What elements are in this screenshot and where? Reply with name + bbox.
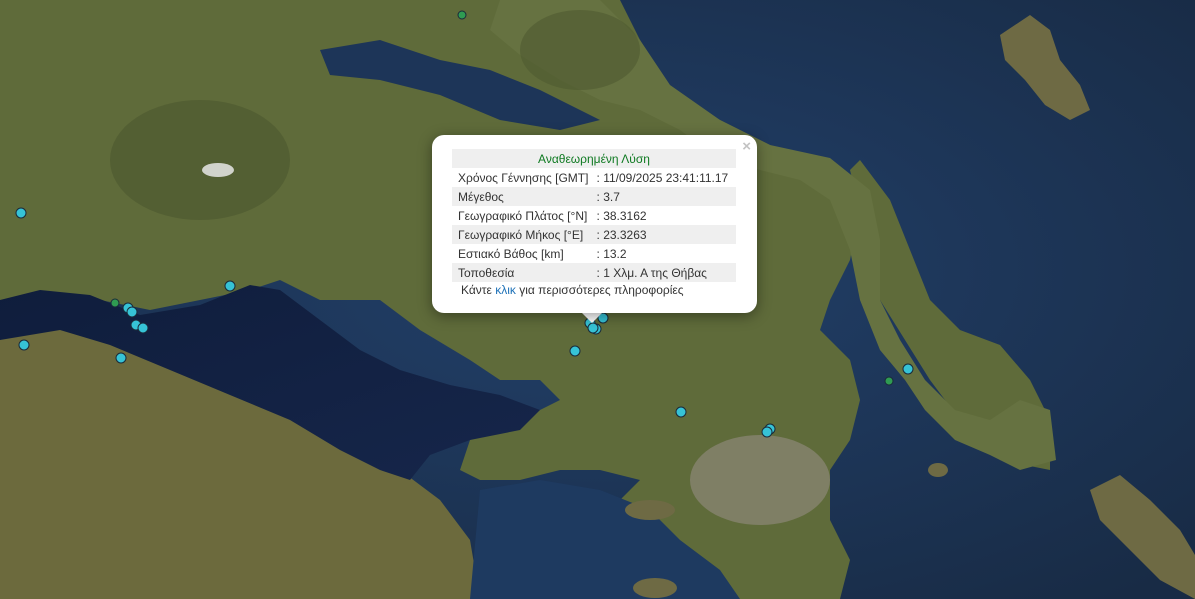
popup-title: Αναθεωρημένη Λύση bbox=[452, 149, 736, 168]
detail-row-latitude: Γεωγραφικό Πλάτος [°N] : 38.3162 bbox=[452, 206, 736, 225]
earthquake-marker[interactable] bbox=[675, 406, 687, 418]
earthquake-marker[interactable] bbox=[115, 352, 127, 364]
earthquake-marker[interactable] bbox=[15, 207, 27, 219]
more-info-prefix: Κάντε bbox=[461, 283, 496, 297]
detail-row-origin-time: Χρόνος Γέννησης [GMT] : 11/09/2025 23:41… bbox=[452, 168, 736, 187]
more-info-suffix: για περισσότερες πληροφορίες bbox=[515, 283, 684, 297]
detail-label: Γεωγραφικό Μήκος [°E] bbox=[452, 225, 597, 244]
earthquake-marker[interactable] bbox=[224, 280, 236, 292]
detail-value: : 13.2 bbox=[596, 246, 627, 261]
more-info-link[interactable]: κλικ bbox=[495, 283, 516, 297]
salamina-island bbox=[625, 500, 675, 520]
detail-value: : 38.3162 bbox=[596, 208, 647, 223]
earthquake-marker[interactable] bbox=[902, 363, 914, 375]
detail-row-magnitude: Μέγεθος : 3.7 bbox=[452, 187, 736, 206]
popup-title-row: Αναθεωρημένη Λύση bbox=[452, 149, 736, 168]
snow-patch bbox=[202, 163, 234, 177]
aegina-island bbox=[633, 578, 677, 598]
detail-value: : 11/09/2025 23:41:11.17 bbox=[596, 170, 729, 185]
earthquake-marker[interactable] bbox=[137, 322, 149, 334]
earthquake-marker[interactable] bbox=[587, 322, 599, 334]
detail-label: Χρόνος Γέννησης [GMT] bbox=[458, 170, 589, 185]
detail-label: Γεωγραφικό Πλάτος [°N] bbox=[458, 208, 588, 223]
earthquake-details-table: Αναθεωρημένη Λύση Χρόνος Γέννησης [GMT] … bbox=[452, 149, 736, 282]
more-info-text: Κάντε κλικ για περισσότερες πληροφορίες bbox=[461, 283, 684, 297]
mountain-area bbox=[110, 100, 290, 220]
detail-value: : 23.3263 bbox=[596, 225, 736, 244]
earthquake-marker[interactable] bbox=[569, 345, 581, 357]
mountain-area bbox=[520, 10, 640, 90]
earthquake-marker[interactable] bbox=[110, 298, 120, 308]
detail-label: Μέγεθος bbox=[452, 187, 597, 206]
detail-row-depth: Εστιακό Βάθος [km] : 13.2 bbox=[452, 244, 736, 263]
popup-pointer bbox=[581, 312, 603, 323]
earthquake-popup: × Αναθεωρημένη Λύση Χρόνος Γέννησης [GMT… bbox=[432, 135, 757, 313]
earthquake-marker[interactable] bbox=[457, 10, 467, 20]
close-icon[interactable]: × bbox=[742, 139, 751, 154]
detail-row-longitude: Γεωγραφικό Μήκος [°E] : 23.3263 bbox=[452, 225, 736, 244]
earthquake-marker[interactable] bbox=[761, 426, 773, 438]
earthquake-marker[interactable] bbox=[126, 306, 138, 318]
detail-row-location: Τοποθεσία : 1 Χλμ. Α της Θήβας bbox=[452, 263, 736, 282]
athens-urban-area bbox=[690, 435, 830, 525]
earthquake-marker[interactable] bbox=[884, 376, 894, 386]
detail-value: : 1 Χλμ. Α της Θήβας bbox=[596, 263, 736, 282]
detail-label: Εστιακό Βάθος [km] bbox=[458, 246, 564, 261]
detail-label: Τοποθεσία bbox=[452, 263, 597, 282]
earthquake-marker[interactable] bbox=[18, 339, 30, 351]
detail-value: : 3.7 bbox=[596, 187, 736, 206]
small-island bbox=[928, 463, 948, 477]
